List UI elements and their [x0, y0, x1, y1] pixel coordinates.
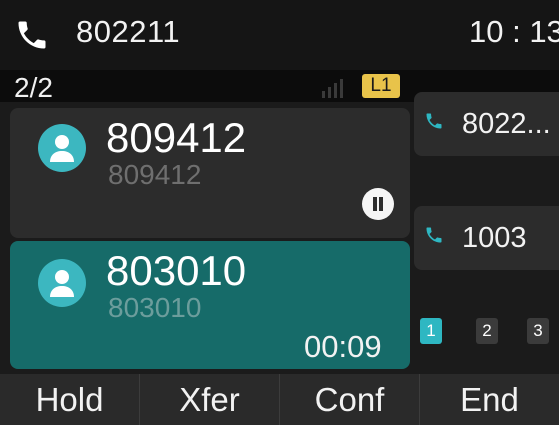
call-duration: 00:09: [304, 329, 382, 364]
phone-icon: [426, 227, 442, 243]
page-indicator-3[interactable]: 3: [527, 318, 549, 344]
end-call-softkey[interactable]: End: [420, 374, 559, 425]
line-key-label: 1003: [462, 222, 527, 254]
line-key-1003[interactable]: 1003: [414, 206, 559, 270]
phone-icon: [18, 21, 46, 49]
caller-number: 809412: [108, 159, 202, 190]
account-number: 802211: [76, 14, 181, 49]
call-count: 2/2: [14, 72, 53, 103]
line-badge: L1: [362, 74, 400, 98]
active-call-card[interactable]: 803010 803010 00:09: [10, 241, 410, 369]
clock: 10 : 13: [469, 14, 559, 49]
phone-icon: [426, 113, 442, 129]
contact-avatar-icon: [38, 124, 86, 172]
top-bar: 802211 10 : 13: [0, 0, 559, 70]
transfer-softkey[interactable]: Xfer: [140, 374, 280, 425]
page-indicator-1[interactable]: 1: [420, 318, 442, 344]
caller-name: 809412: [106, 114, 247, 161]
signal-icon: [322, 79, 343, 98]
conference-softkey[interactable]: Conf: [280, 374, 420, 425]
softkey-bar: Hold Xfer Conf End: [0, 374, 559, 425]
contact-avatar-icon: [38, 259, 86, 307]
hold-pause-icon[interactable]: [362, 188, 394, 220]
caller-name: 803010: [106, 247, 247, 294]
page-indicator-2[interactable]: 2: [476, 318, 498, 344]
hold-softkey[interactable]: Hold: [0, 374, 140, 425]
line-key-8022[interactable]: 8022...: [414, 92, 559, 156]
line-key-label: 8022...: [462, 108, 551, 140]
caller-number: 803010: [108, 292, 202, 323]
held-call-card[interactable]: 809412 809412: [10, 108, 410, 238]
